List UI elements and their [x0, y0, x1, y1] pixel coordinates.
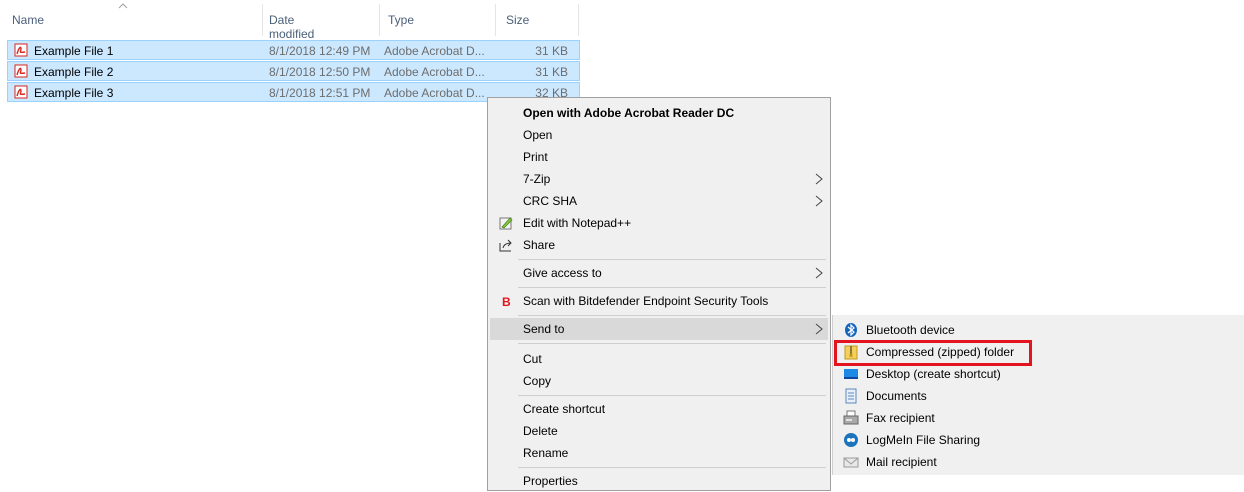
menu-item-rename[interactable]: Rename: [490, 442, 828, 464]
submenu-item-label: Bluetooth device: [866, 323, 955, 337]
sort-ascending-icon: [118, 3, 128, 9]
menu-item-label: Edit with Notepad++: [523, 216, 632, 230]
menu-separator: [518, 467, 826, 468]
fax-icon: [843, 410, 859, 425]
submenu-item-desktop[interactable]: Desktop (create shortcut): [837, 363, 1237, 385]
menu-item-label: CRC SHA: [523, 194, 578, 208]
pdf-file-icon: [14, 43, 28, 57]
menu-item-edit-notepad[interactable]: Edit with Notepad++: [490, 212, 828, 234]
file-size: 31 KB: [535, 65, 568, 79]
submenu-item-label: Fax recipient: [866, 411, 935, 425]
menu-item-crc-sha[interactable]: CRC SHA: [490, 190, 828, 212]
submenu-item-label: Documents: [866, 389, 927, 403]
menu-item-label: Copy: [523, 374, 552, 388]
chevron-right-icon: [815, 267, 823, 279]
column-name-header[interactable]: Name: [12, 13, 44, 27]
submenu-item-logmein[interactable]: LogMeIn File Sharing: [837, 429, 1237, 451]
menu-item-label: Create shortcut: [523, 402, 606, 416]
column-size-header[interactable]: Size: [506, 13, 529, 27]
mail-icon: [843, 457, 859, 468]
file-row[interactable]: Example File 1 8/1/2018 12:49 PM Adobe A…: [7, 40, 580, 60]
menu-item-bitdefender-scan[interactable]: B Scan with Bitdefender Endpoint Securit…: [490, 290, 828, 312]
column-divider[interactable]: [495, 4, 496, 36]
menu-item-label: Open: [523, 128, 553, 142]
submenu-item-fax[interactable]: Fax recipient: [837, 407, 1237, 429]
submenu-item-mail[interactable]: Mail recipient: [837, 451, 1237, 473]
menu-item-label: Print: [523, 150, 548, 164]
menu-item-give-access[interactable]: Give access to: [490, 262, 828, 284]
file-name: Example File 1: [34, 44, 114, 58]
menu-separator: [518, 259, 826, 260]
documents-icon: [845, 388, 857, 404]
submenu-item-documents[interactable]: Documents: [837, 385, 1237, 407]
column-divider[interactable]: [578, 4, 579, 36]
notepad-plus-plus-icon: [499, 217, 513, 230]
file-date: 8/1/2018 12:49 PM: [269, 44, 371, 58]
menu-item-copy[interactable]: Copy: [490, 370, 828, 392]
file-type: Adobe Acrobat D...: [384, 86, 485, 100]
menu-item-cut[interactable]: Cut: [490, 348, 828, 370]
column-date-header[interactable]: Date modified: [269, 13, 314, 41]
bitdefender-icon: B: [502, 295, 511, 309]
send-to-submenu: Bluetooth device Compressed (zipped) fol…: [832, 315, 1244, 475]
menu-item-delete[interactable]: Delete: [490, 420, 828, 442]
menu-separator: [518, 315, 826, 316]
file-date: 8/1/2018 12:51 PM: [269, 86, 371, 100]
menu-item-open-with-acrobat[interactable]: Open with Adobe Acrobat Reader DC: [490, 102, 828, 124]
menu-separator: [518, 287, 826, 288]
menu-separator: [518, 395, 826, 396]
submenu-item-compressed-folder[interactable]: Compressed (zipped) folder: [837, 341, 1237, 363]
menu-item-send-to[interactable]: Send to: [490, 318, 828, 340]
menu-item-label: Properties: [523, 474, 578, 488]
chevron-right-icon: [815, 173, 823, 185]
menu-item-label: Rename: [523, 446, 569, 460]
pdf-file-icon: [14, 64, 28, 78]
submenu-item-label: Mail recipient: [866, 455, 937, 469]
zip-folder-icon: [844, 345, 858, 360]
menu-item-label: Open with Adobe Acrobat Reader DC: [523, 106, 735, 120]
chevron-right-icon: [815, 195, 823, 207]
column-type-header[interactable]: Type: [388, 13, 414, 27]
file-date: 8/1/2018 12:50 PM: [269, 65, 371, 79]
svg-text:B: B: [502, 295, 511, 309]
menu-item-label: Delete: [523, 424, 558, 438]
column-divider[interactable]: [262, 4, 263, 36]
menu-item-label: Share: [523, 238, 556, 252]
file-type: Adobe Acrobat D...: [384, 65, 485, 79]
bluetooth-icon: [845, 323, 857, 337]
context-menu: Open with Adobe Acrobat Reader DC Open P…: [487, 97, 831, 491]
menu-item-share[interactable]: Share: [490, 234, 828, 256]
logmein-icon: [844, 433, 858, 447]
menu-item-label: Give access to: [523, 266, 602, 280]
column-divider[interactable]: [379, 4, 380, 36]
pdf-file-icon: [14, 85, 28, 99]
menu-item-label: Scan with Bitdefender Endpoint Security …: [523, 294, 769, 308]
menu-item-create-shortcut[interactable]: Create shortcut: [490, 398, 828, 420]
menu-item-label: Send to: [523, 322, 565, 336]
menu-item-7zip[interactable]: 7-Zip: [490, 168, 828, 190]
menu-item-properties[interactable]: Properties: [490, 470, 828, 492]
file-size: 31 KB: [535, 44, 568, 58]
submenu-item-label: Compressed (zipped) folder: [866, 345, 1015, 359]
menu-item-print[interactable]: Print: [490, 146, 828, 168]
menu-item-open[interactable]: Open: [490, 124, 828, 146]
submenu-item-label: LogMeIn File Sharing: [866, 433, 981, 447]
file-type: Adobe Acrobat D...: [384, 44, 485, 58]
desktop-icon: [844, 369, 858, 379]
chevron-right-icon: [815, 323, 823, 335]
menu-item-label: 7-Zip: [523, 172, 551, 186]
menu-separator: [518, 343, 826, 344]
file-row[interactable]: Example File 2 8/1/2018 12:50 PM Adobe A…: [7, 61, 580, 81]
submenu-item-bluetooth[interactable]: Bluetooth device: [837, 319, 1237, 341]
share-icon: [499, 239, 512, 252]
file-name: Example File 2: [34, 65, 114, 79]
file-name: Example File 3: [34, 86, 114, 100]
submenu-item-label: Desktop (create shortcut): [866, 367, 1001, 381]
menu-item-label: Cut: [523, 352, 542, 366]
